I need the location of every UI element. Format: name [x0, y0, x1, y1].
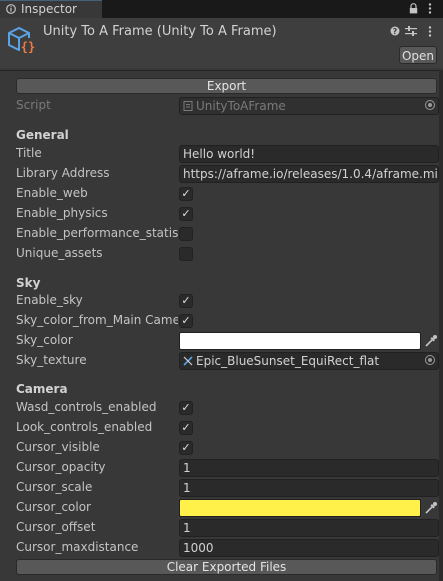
- eyedropper-icon[interactable]: [424, 334, 438, 348]
- enable-web-label: Enable_web: [16, 186, 88, 200]
- look-row: Look_controls_enabled ✓: [0, 418, 443, 438]
- wasd-checkbox[interactable]: ✓: [179, 401, 193, 415]
- tab-label: Inspector: [21, 2, 77, 16]
- window-tab-bar: Inspector: [0, 0, 443, 18]
- clear-exported-files-button[interactable]: Clear Exported Files: [16, 559, 437, 575]
- enable-sky-label: Enable_sky: [16, 293, 83, 307]
- cursor-color-swatch[interactable]: [179, 499, 421, 517]
- cursor-visible-checkbox[interactable]: ✓: [179, 441, 193, 455]
- help-icon[interactable]: ?: [390, 26, 400, 36]
- export-button[interactable]: Export: [16, 78, 437, 94]
- cursor-offset-label: Cursor_offset: [16, 520, 96, 534]
- script-value: UnityToAFrame: [196, 99, 286, 113]
- section-general: General: [16, 128, 69, 142]
- cursor-maxdistance-input[interactable]: 1000: [179, 539, 439, 557]
- cursor-scale-row: Cursor_scale 1: [0, 478, 443, 498]
- look-label: Look_controls_enabled: [16, 420, 153, 434]
- sky-texture-value: Epic_BlueSunset_EquiRect_flat: [196, 354, 380, 368]
- cursor-scale-label: Cursor_scale: [16, 480, 93, 494]
- cursor-color-row: Cursor_color: [0, 498, 443, 518]
- sky-texture-label: Sky_texture: [16, 353, 87, 367]
- lock-icon[interactable]: [409, 3, 418, 14]
- info-icon: [6, 4, 16, 14]
- look-checkbox[interactable]: ✓: [179, 421, 193, 435]
- scrollbar[interactable]: [439, 70, 443, 581]
- enable-perf-label: Enable_performance_statistics: [16, 226, 178, 240]
- sky-color-label: Sky_color: [16, 333, 73, 347]
- kebab-menu-icon[interactable]: [428, 26, 432, 37]
- enable-physics-row: Enable_physics ✓: [0, 204, 443, 224]
- title-row: Title Hello world!: [0, 144, 443, 164]
- enable-web-checkbox[interactable]: ✓: [179, 187, 193, 201]
- script-cube-icon: {}: [8, 26, 36, 54]
- cursor-visible-label: Cursor_visible: [16, 440, 100, 454]
- script-file-icon: [183, 101, 193, 111]
- kebab-menu-icon[interactable]: [428, 3, 432, 14]
- tab-inspector[interactable]: Inspector: [0, 0, 102, 18]
- wasd-label: Wasd_controls_enabled: [16, 400, 157, 414]
- cursor-color-label: Cursor_color: [16, 500, 91, 514]
- title-input[interactable]: Hello world!: [179, 145, 439, 163]
- cursor-visible-row: Cursor_visible ✓: [0, 438, 443, 458]
- enable-physics-checkbox[interactable]: ✓: [179, 207, 193, 221]
- sky-color-main-checkbox[interactable]: ✓: [179, 314, 193, 328]
- sky-color-main-label: Sky_color_from_Main Camera: [16, 313, 178, 327]
- unique-assets-row: Unique_assets: [0, 244, 443, 264]
- svg-text:?: ?: [393, 27, 398, 36]
- object-picker-icon[interactable]: [425, 100, 435, 110]
- enable-perf-row: Enable_performance_statistics: [0, 224, 443, 244]
- unique-assets-checkbox[interactable]: [179, 247, 193, 261]
- script-label: Script: [16, 98, 51, 112]
- cursor-opacity-input[interactable]: 1: [179, 459, 439, 477]
- sky-texture-field[interactable]: Epic_BlueSunset_EquiRect_flat: [179, 352, 439, 370]
- cursor-opacity-row: Cursor_opacity 1: [0, 458, 443, 478]
- header-divider: [0, 70, 443, 71]
- section-sky: Sky: [16, 276, 41, 290]
- svg-text:{}: {}: [21, 40, 35, 54]
- open-button[interactable]: Open: [399, 46, 437, 64]
- preset-sliders-icon[interactable]: [405, 26, 417, 36]
- library-label: Library Address: [16, 166, 110, 180]
- cursor-maxdistance-row: Cursor_maxdistance 1000: [0, 538, 443, 558]
- cursor-offset-row: Cursor_offset 1: [0, 518, 443, 538]
- cursor-opacity-label: Cursor_opacity: [16, 460, 106, 474]
- cursor-maxdistance-label: Cursor_maxdistance: [16, 540, 139, 554]
- component-title: Unity To A Frame (Unity To A Frame): [43, 24, 277, 39]
- cursor-offset-input[interactable]: 1: [179, 519, 439, 537]
- script-field[interactable]: UnityToAFrame: [179, 97, 439, 115]
- wasd-row: Wasd_controls_enabled ✓: [0, 398, 443, 418]
- eyedropper-icon[interactable]: [424, 501, 438, 515]
- script-row: Script UnityToAFrame: [0, 96, 443, 116]
- sky-color-swatch[interactable]: [179, 332, 421, 350]
- title-label: Title: [16, 146, 42, 160]
- sky-color-main-row: Sky_color_from_Main Camera ✓: [0, 311, 443, 331]
- cursor-scale-input[interactable]: 1: [179, 479, 439, 497]
- component-header: {} Unity To A Frame (Unity To A Frame) ?…: [0, 18, 443, 68]
- enable-sky-row: Enable_sky ✓: [0, 291, 443, 311]
- object-picker-icon[interactable]: [425, 355, 435, 365]
- sky-texture-row: Sky_texture Epic_BlueSunset_EquiRect_fla…: [0, 351, 443, 371]
- enable-sky-checkbox[interactable]: ✓: [179, 294, 193, 308]
- library-input[interactable]: https://aframe.io/releases/1.0.4/aframe.…: [179, 165, 439, 183]
- section-camera: Camera: [16, 382, 68, 396]
- enable-perf-checkbox[interactable]: [179, 227, 193, 241]
- enable-web-row: Enable_web ✓: [0, 184, 443, 204]
- unique-assets-label: Unique_assets: [16, 246, 103, 260]
- texture-icon: [183, 356, 193, 366]
- enable-physics-label: Enable_physics: [16, 206, 108, 220]
- library-row: Library Address https://aframe.io/releas…: [0, 164, 443, 184]
- sky-color-row: Sky_color: [0, 331, 443, 351]
